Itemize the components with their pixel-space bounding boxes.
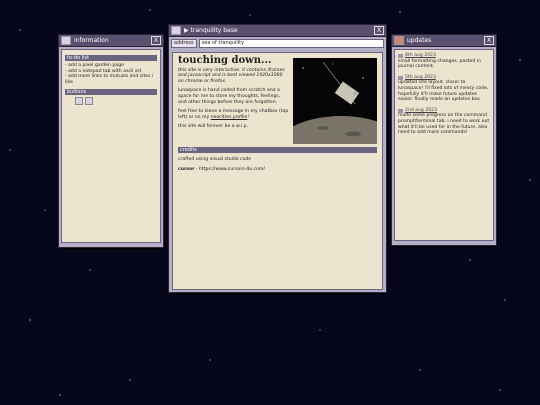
cursor-credit: cursor - https://www.cursors-4u.com/: [178, 166, 265, 172]
main-content: touching down... this site is very inter…: [172, 52, 383, 290]
todo-heading: to-do list: [65, 55, 157, 61]
main-titlebar[interactable]: ▶ tranquility base X: [169, 25, 386, 37]
update-entry: 2nd aug 2023 made some progress on the c…: [398, 108, 490, 136]
close-button[interactable]: X: [374, 26, 384, 35]
update-text: made some progress on the command prompt…: [398, 113, 490, 136]
update-entry: 5th aug 2023 updated site layout. closer…: [398, 75, 490, 103]
window-icon: [171, 26, 181, 35]
information-window: information X to-do list - add a pixel g…: [58, 34, 164, 248]
updates-title: updates: [407, 37, 432, 44]
close-button[interactable]: X: [484, 36, 494, 45]
entry-icon: [398, 75, 403, 80]
todo-item: - add more links to mutuals and sites i …: [65, 74, 154, 85]
entry-icon: [398, 108, 403, 113]
address-label: address: [171, 39, 197, 48]
entry-icon: [398, 53, 403, 58]
main-window: ▶ tranquility base X address sea of tran…: [168, 24, 387, 293]
update-text: updated site layout. closer to lunaspace…: [398, 80, 489, 103]
update-entry: 8th aug 2023 small formatting changes. p…: [398, 53, 490, 70]
close-button[interactable]: X: [151, 36, 161, 45]
update-date: 8th aug 2023: [405, 53, 436, 58]
window-icon: [61, 36, 71, 45]
information-titlebar[interactable]: information X: [59, 35, 163, 47]
updates-titlebar[interactable]: updates X: [392, 35, 496, 47]
neocities-profile-link[interactable]: neocities profile: [211, 115, 248, 120]
update-text: small formatting changes. pasted in jour…: [398, 58, 481, 70]
updates-window: updates X 8th aug 2023 small formatting …: [391, 34, 497, 246]
information-content: to-do list - add a pixel garden page - a…: [61, 49, 161, 243]
credits-heading: credits: [178, 147, 377, 153]
address-field[interactable]: sea of tranquility: [198, 39, 384, 48]
credit-text: crafted using visual studio code: [178, 157, 252, 162]
moon-lander-image: [293, 58, 377, 144]
information-title: information: [74, 37, 109, 44]
main-title: ▶ tranquility base: [184, 27, 238, 34]
site-button-image[interactable]: [75, 97, 83, 106]
window-icon: [394, 36, 404, 45]
address-bar: address sea of tranquility: [171, 39, 384, 48]
updates-content: 8th aug 2023 small formatting changes. p…: [394, 49, 494, 241]
buttons-heading: buttons: [65, 89, 157, 96]
site-button-image[interactable]: [85, 97, 93, 106]
